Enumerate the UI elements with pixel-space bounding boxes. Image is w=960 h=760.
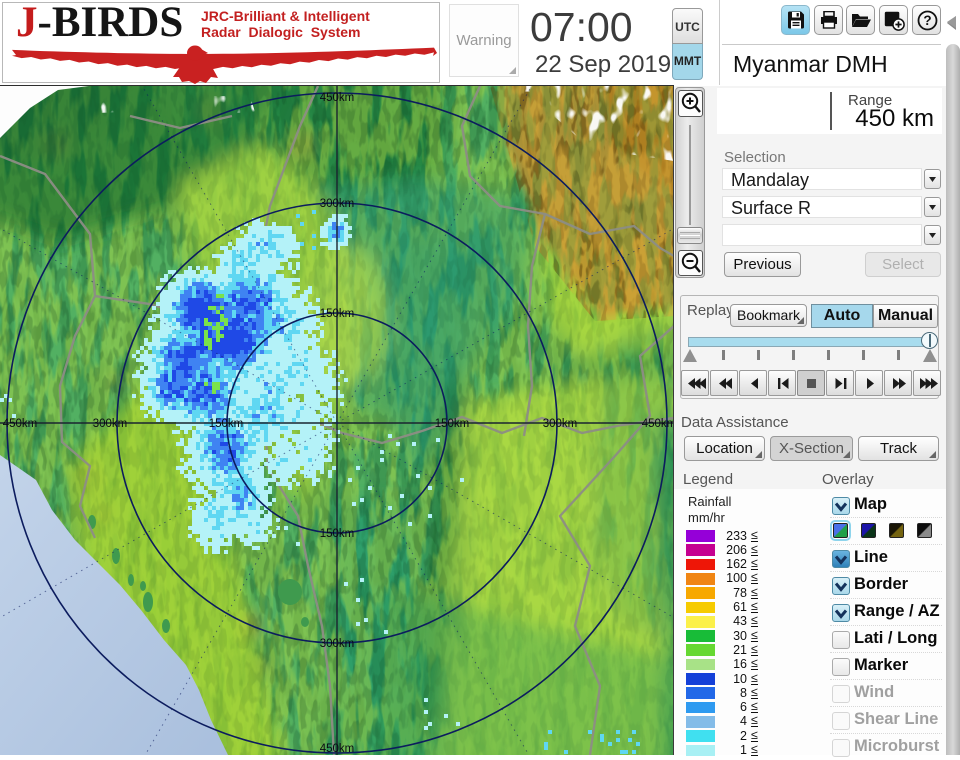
svg-text:300km: 300km: [320, 198, 355, 210]
svg-text:150km: 150km: [435, 418, 470, 430]
svg-text:450km: 450km: [642, 418, 674, 430]
svg-text:450km: 450km: [320, 92, 355, 104]
svg-text:450km: 450km: [3, 418, 38, 430]
svg-text:?: ?: [923, 13, 931, 28]
svg-text:150km: 150km: [320, 528, 355, 540]
svg-text:450km: 450km: [320, 743, 355, 755]
svg-text:300km: 300km: [320, 638, 355, 650]
svg-text:150km: 150km: [320, 308, 355, 320]
svg-text:300km: 300km: [543, 418, 578, 430]
svg-text:300km: 300km: [93, 418, 128, 430]
svg-text:150km: 150km: [209, 418, 244, 430]
